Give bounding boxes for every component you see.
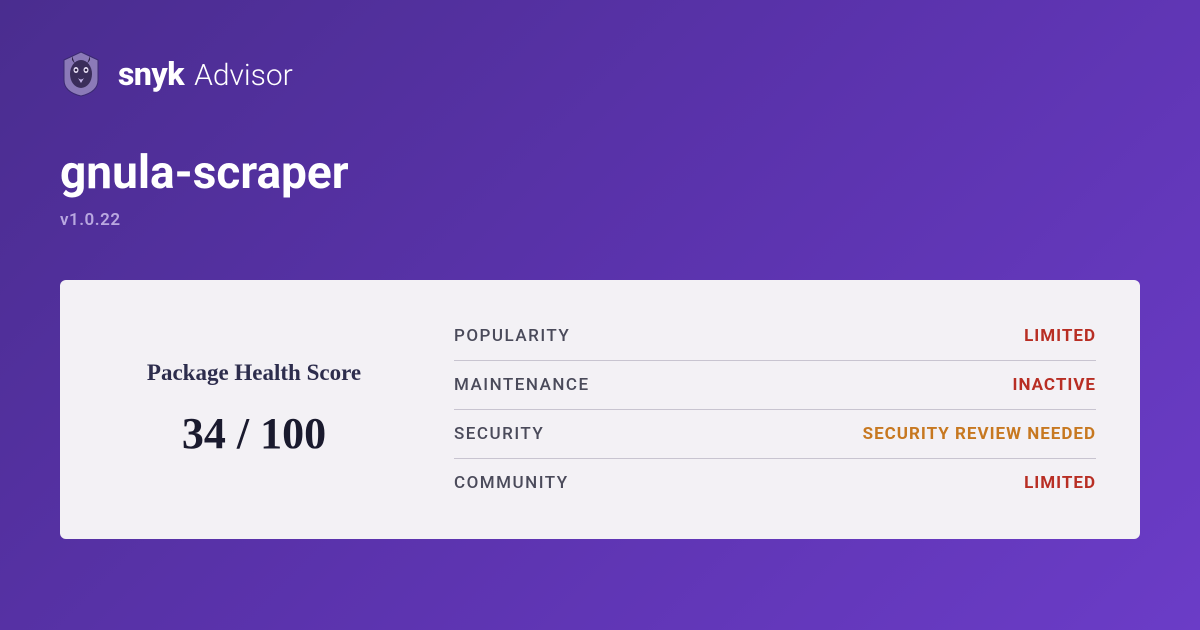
metric-label: SECURITY (454, 424, 544, 444)
metric-label: POPULARITY (454, 326, 570, 346)
score-value: 34 / 100 (182, 408, 326, 459)
metric-value: LIMITED (1024, 473, 1096, 493)
metric-row: SECURITY SECURITY REVIEW NEEDED (454, 410, 1096, 459)
score-label: Package Health Score (147, 360, 361, 386)
metric-row: MAINTENANCE INACTIVE (454, 361, 1096, 410)
metric-value: LIMITED (1024, 326, 1096, 346)
metric-value: INACTIVE (1013, 375, 1096, 395)
brand: snyk Advisor (118, 55, 293, 93)
metric-row: COMMUNITY LIMITED (454, 459, 1096, 507)
metric-label: MAINTENANCE (454, 375, 590, 395)
package-version: v1.0.22 (60, 210, 1140, 230)
metrics-list: POPULARITY LIMITED MAINTENANCE INACTIVE … (454, 312, 1096, 507)
metric-row: POPULARITY LIMITED (454, 312, 1096, 361)
snyk-logo-icon (60, 50, 102, 98)
brand-name: snyk (118, 55, 184, 93)
score-section: Package Health Score 34 / 100 (104, 312, 404, 507)
metric-value: SECURITY REVIEW NEEDED (863, 424, 1096, 444)
header: snyk Advisor (60, 50, 1140, 98)
health-card: Package Health Score 34 / 100 POPULARITY… (60, 280, 1140, 539)
brand-product: Advisor (194, 58, 293, 93)
metric-label: COMMUNITY (454, 473, 569, 493)
package-name: gnula-scraper (60, 146, 1140, 200)
